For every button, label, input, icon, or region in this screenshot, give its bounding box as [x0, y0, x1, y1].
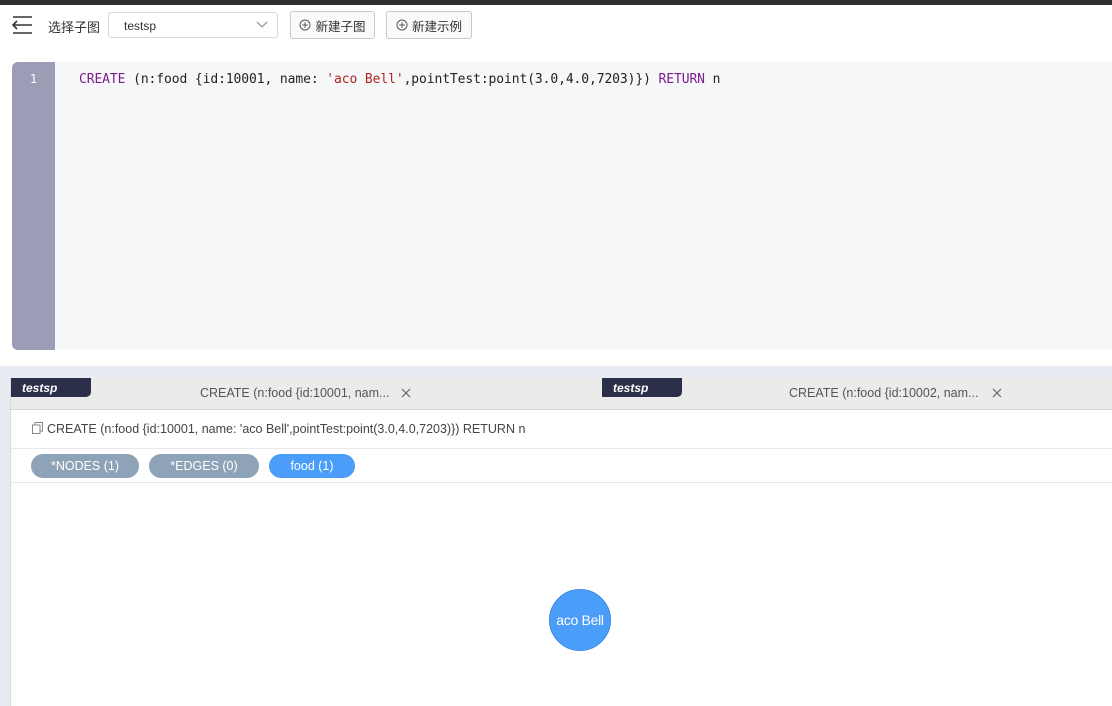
toolbar: 选择子图 testsp 新建子图 新建示例 — [0, 5, 1112, 46]
chevron-down-icon — [256, 21, 268, 28]
line-gutter: 1 — [12, 62, 55, 350]
result-tab-2[interactable]: testsp CREATE (n:food {id:10002, nam... — [602, 378, 1112, 409]
code-token: n — [704, 72, 721, 87]
tab-title: CREATE (n:food {id:10002, nam... — [789, 386, 979, 400]
line-number: 1 — [29, 72, 38, 86]
edges-filter-pill[interactable]: *EDGES (0) — [149, 454, 259, 478]
close-icon[interactable] — [992, 388, 1002, 398]
tab-title: CREATE (n:food {id:10001, nam... — [200, 386, 390, 400]
code-token: 'aco Bell' — [326, 72, 404, 87]
graph-select-value: testsp — [124, 19, 157, 33]
tab-graph-badge: testsp — [11, 378, 91, 397]
new-example-label: 新建示例 — [411, 19, 462, 34]
executed-query: CREATE (n:food {id:10001, name: 'aco Bel… — [11, 410, 1112, 449]
new-example-button[interactable]: 新建示例 — [386, 11, 472, 39]
label-filters: *NODES (1) *EDGES (0) food (1) — [11, 449, 1112, 483]
new-graph-button[interactable]: 新建子图 — [290, 11, 375, 39]
plus-circle-icon — [396, 19, 408, 31]
food-label-pill[interactable]: food (1) — [269, 454, 355, 478]
plus-circle-icon — [299, 19, 311, 31]
graph-node[interactable]: aco Bell — [549, 589, 611, 651]
query-editor[interactable]: 1 CREATE (n:food {id:10001, name: 'aco B… — [12, 62, 1112, 350]
graph-canvas[interactable]: aco Bell — [11, 483, 1112, 706]
tab-graph-badge: testsp — [602, 378, 682, 397]
select-graph-label: 选择子图 — [48, 20, 101, 35]
results-area: testsp CREATE (n:food {id:10001, nam... … — [0, 366, 1112, 706]
copy-icon[interactable] — [32, 422, 43, 434]
code-line[interactable]: CREATE (n:food {id:10001, name: 'aco Bel… — [79, 72, 720, 87]
code-token: CREATE — [79, 72, 126, 87]
nodes-filter-pill[interactable]: *NODES (1) — [31, 454, 139, 478]
editor-area: 1 CREATE (n:food {id:10001, name: 'aco B… — [0, 45, 1112, 366]
code-token: (n:food {id:10001, name: — [125, 72, 327, 87]
result-panel: testsp CREATE (n:food {id:10001, nam... … — [10, 378, 1112, 706]
result-tabbar: testsp CREATE (n:food {id:10001, nam... … — [11, 378, 1112, 410]
graph-select[interactable]: testsp — [108, 12, 278, 38]
result-tab-1[interactable]: testsp CREATE (n:food {id:10001, nam... — [11, 378, 601, 409]
close-icon[interactable] — [401, 388, 411, 398]
code-token: RETURN — [658, 72, 705, 87]
executed-query-text: CREATE (n:food {id:10001, name: 'aco Bel… — [47, 422, 526, 436]
new-graph-label: 新建子图 — [315, 19, 366, 34]
collapse-menu-icon[interactable] — [10, 14, 34, 36]
code-token: ,pointTest:point(3.0,4.0,7203)}) — [403, 72, 659, 87]
